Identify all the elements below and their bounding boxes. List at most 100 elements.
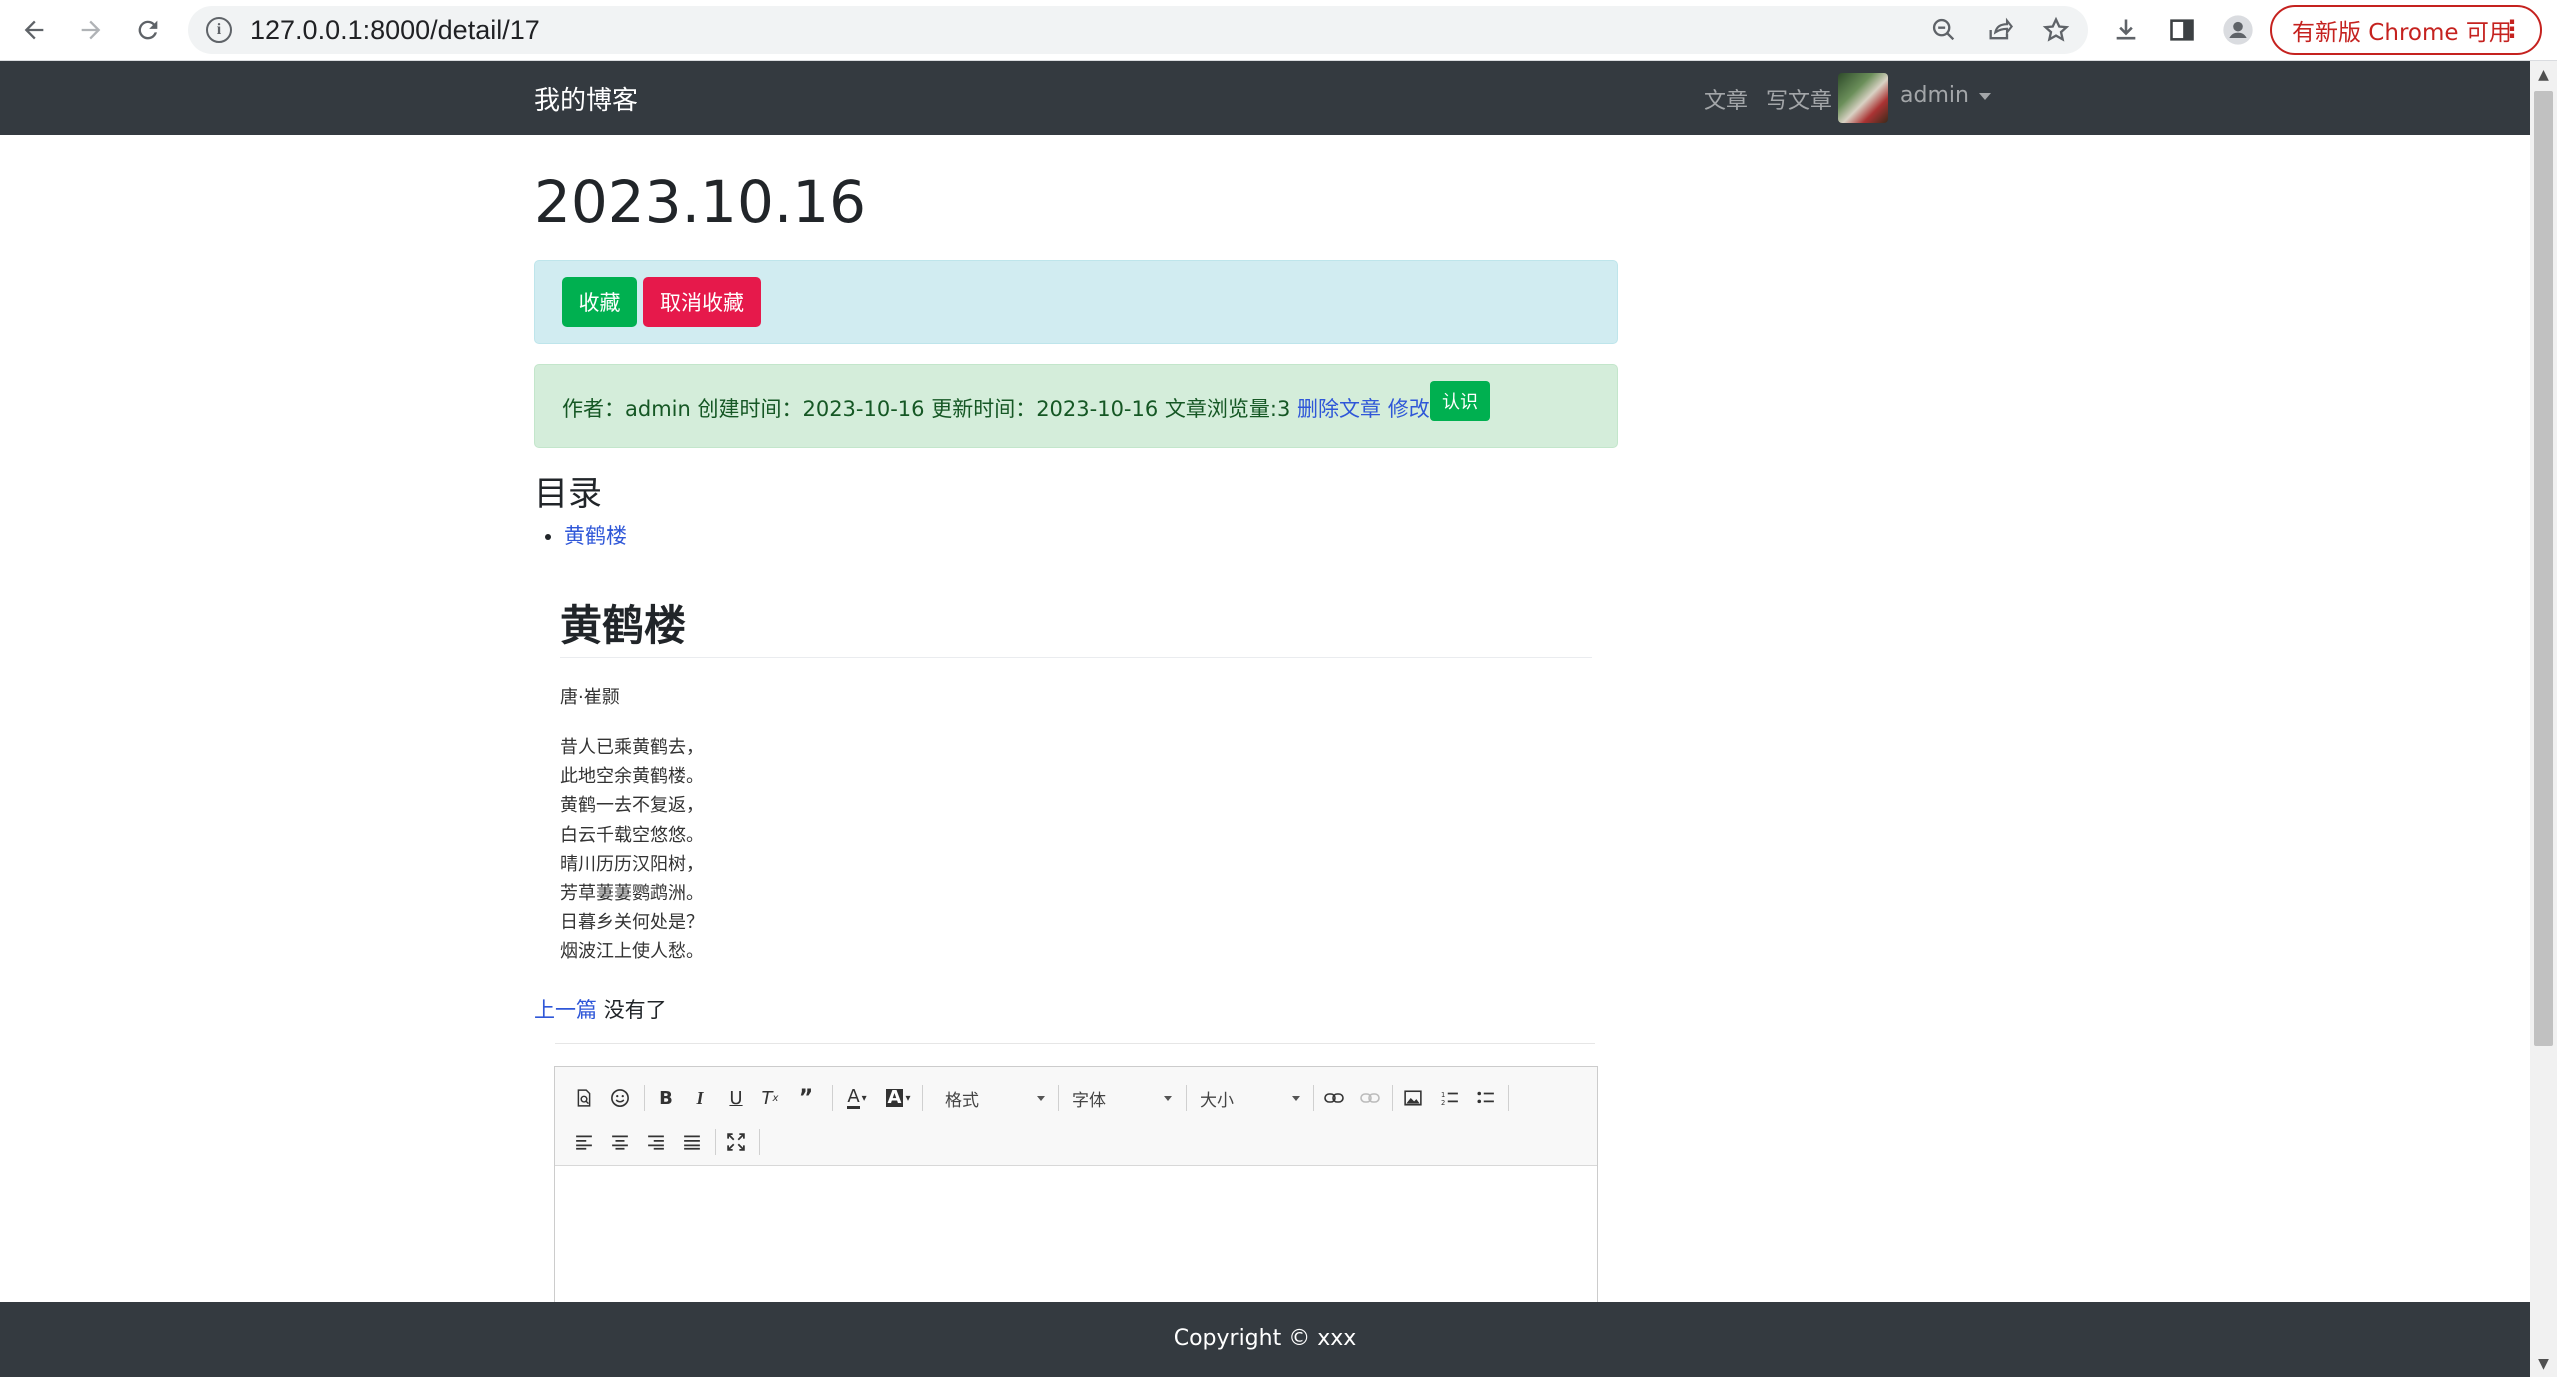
poem-line: 昔人已乘黄鹤去， [560, 737, 704, 758]
editor-toolbar: B I U Tx ” A ▾ A ▾ 格式 字体 大小 12 [555, 1067, 1597, 1166]
clear-format-icon[interactable]: Tx [755, 1083, 785, 1113]
zoom-out-icon[interactable] [1928, 14, 1960, 46]
post-meta: 作者：admin 创建时间：2023-10-16 更新时间：2023-10-16… [562, 393, 1472, 423]
bold-icon[interactable]: B [651, 1083, 681, 1113]
recognize-button[interactable]: 认识 [1430, 381, 1490, 421]
underline-icon[interactable]: U [721, 1083, 751, 1113]
navbar-brand[interactable]: 我的博客 [534, 80, 638, 117]
unlink-icon[interactable] [1355, 1083, 1385, 1113]
toolbar-separator [832, 1085, 833, 1111]
align-right-icon[interactable] [641, 1127, 671, 1157]
copyright-text: Copyright © xxx [1173, 1326, 1357, 1351]
svg-text:2: 2 [1441, 1099, 1445, 1106]
image-icon[interactable] [1398, 1083, 1428, 1113]
toc-heading: 目录 [534, 474, 602, 514]
italic-icon[interactable]: I [685, 1083, 715, 1113]
poem-line: 黄鹤一去不复返， [560, 795, 704, 817]
preview-icon[interactable] [569, 1083, 599, 1113]
article-heading: 黄鹤楼 [560, 601, 687, 650]
share-icon[interactable] [1984, 14, 2016, 46]
ordered-list-icon[interactable]: 12 [1435, 1083, 1465, 1113]
poem-line: 芳草萋萋鹦鹉洲。 [560, 883, 704, 905]
url-text[interactable]: 127.0.0.1:8000/detail/17 [250, 15, 540, 46]
caret-down-icon [1978, 92, 1991, 100]
toc-item: 黄鹤楼 [564, 520, 627, 550]
fullscreen-icon[interactable] [721, 1127, 751, 1157]
chrome-update-label: 有新版 Chrome 可用 [2292, 20, 2512, 46]
browser-toolbar: i 127.0.0.1:8000/detail/17 有新版 Chrome 可用… [0, 0, 2557, 61]
article-author: 唐·崔颢 [560, 687, 620, 708]
svg-text:1: 1 [1441, 1091, 1445, 1099]
post-meta-text: 作者：admin 创建时间：2023-10-16 更新时间：2023-10-16… [562, 397, 1291, 421]
prev-post-link[interactable]: 上一篇 [534, 998, 597, 1022]
content-divider [555, 1043, 1595, 1044]
site-navbar: 我的博客 文章 写文章 admin [0, 61, 2530, 135]
editor-content-area[interactable] [555, 1167, 1597, 1307]
toolbar-separator [1313, 1085, 1314, 1111]
article-body: 昔人已乘黄鹤去， 此地空余黄鹤楼。 黄鹤一去不复返， 白云千载空悠悠。 晴川历历… [560, 733, 704, 967]
comment-editor: B I U Tx ” A ▾ A ▾ 格式 字体 大小 12 [554, 1066, 1598, 1307]
bullet-list-icon[interactable] [1471, 1083, 1501, 1113]
reload-icon[interactable] [128, 10, 168, 50]
collect-panel: 收藏 取消收藏 [534, 260, 1618, 344]
scroll-down-icon[interactable]: ▼ [2530, 1350, 2557, 1377]
nav-link-articles[interactable]: 文章 [1704, 83, 1748, 115]
emoji-icon[interactable] [605, 1083, 635, 1113]
side-panel-icon[interactable] [2166, 14, 2198, 46]
toolbar-separator [715, 1129, 716, 1155]
address-bar[interactable]: i 127.0.0.1:8000/detail/17 [188, 6, 2088, 54]
toolbar-separator [644, 1085, 645, 1111]
align-justify-icon[interactable] [677, 1127, 707, 1157]
format-select[interactable]: 格式 [945, 1083, 1045, 1113]
chrome-update-button[interactable]: 有新版 Chrome 可用 ⋮ [2270, 5, 2542, 55]
collect-button[interactable]: 收藏 [562, 277, 637, 327]
poem-line: 晴川历历汉阳树， [560, 853, 704, 875]
poem-line: 烟波江上使人愁。 [560, 941, 704, 963]
back-arrow-icon[interactable] [14, 10, 54, 50]
poem-line: 日暮乡关何处是？ [560, 912, 704, 934]
align-left-icon[interactable] [569, 1127, 599, 1157]
font-select-label: 字体 [1072, 1090, 1106, 1111]
page-scrollbar[interactable]: ▲ ▼ [2530, 61, 2557, 1377]
align-center-icon[interactable] [605, 1127, 635, 1157]
poem-line: 白云千载空悠悠。 [560, 824, 704, 846]
chevron-down-icon [1164, 1096, 1172, 1101]
user-dropdown[interactable]: admin [1900, 83, 1991, 108]
toolbar-separator [759, 1129, 760, 1155]
heading-divider [560, 657, 1592, 658]
size-select[interactable]: 大小 [1200, 1083, 1300, 1113]
toolbar-separator [1186, 1085, 1187, 1111]
toolbar-separator [1058, 1085, 1059, 1111]
toc-link[interactable]: 黄鹤楼 [564, 524, 627, 548]
star-icon[interactable] [2040, 14, 2072, 46]
toolbar-separator [922, 1085, 923, 1111]
profile-icon[interactable] [2222, 14, 2254, 46]
chevron-down-icon [1037, 1096, 1045, 1101]
toc-list: 黄鹤楼 [564, 520, 627, 550]
toolbar-separator [1392, 1085, 1393, 1111]
next-post-text: 没有了 [603, 998, 667, 1022]
site-info-icon[interactable]: i [206, 17, 232, 43]
format-select-label: 格式 [945, 1090, 979, 1111]
poem-line: 此地空余黄鹤楼。 [560, 766, 704, 788]
text-color-icon[interactable]: A ▾ [839, 1083, 875, 1113]
background-color-icon[interactable]: A ▾ [880, 1083, 916, 1113]
scrollbar-thumb[interactable] [2534, 91, 2553, 1046]
more-vert-icon[interactable]: ⋮ [2500, 15, 2524, 43]
uncollect-button[interactable]: 取消收藏 [643, 277, 761, 327]
blockquote-icon[interactable]: ” [791, 1083, 821, 1113]
size-select-label: 大小 [1200, 1090, 1234, 1111]
delete-post-link[interactable]: 删除文章 [1297, 397, 1381, 421]
link-icon[interactable] [1319, 1083, 1349, 1113]
nav-link-write[interactable]: 写文章 [1766, 83, 1832, 115]
download-icon[interactable] [2110, 14, 2142, 46]
toolbar-separator [1508, 1085, 1509, 1111]
post-pager: 上一篇 没有了 [534, 994, 667, 1024]
user-name: admin [1900, 83, 1969, 108]
forward-arrow-icon[interactable] [71, 10, 111, 50]
scroll-up-icon[interactable]: ▲ [2530, 61, 2557, 88]
site-footer: Copyright © xxx [0, 1302, 2530, 1377]
user-avatar[interactable] [1838, 73, 1888, 123]
chevron-down-icon [1292, 1096, 1300, 1101]
font-select[interactable]: 字体 [1072, 1083, 1172, 1113]
